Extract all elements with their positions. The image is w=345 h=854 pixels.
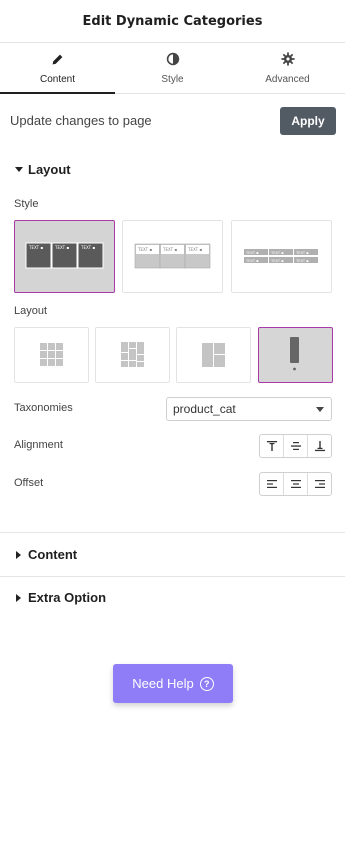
tab-advanced[interactable]: Advanced (230, 43, 345, 93)
style-option-boxed[interactable]: TEXT ▪ TEXT ▪ TEXT ▪ (14, 220, 115, 293)
align-top-icon (266, 441, 277, 451)
style-thumb-icon: TEXT ▪ TEXT ▪ TEXT ▪ TEXT ▪ TEXT ▪ TEXT ▪ (244, 249, 318, 263)
alignment-button-group (259, 434, 332, 458)
metro-layout-icon (202, 343, 225, 367)
svg-text:TEXT ▪: TEXT ▪ (187, 247, 202, 252)
dropdown-arrow-icon (316, 407, 324, 412)
layout-option-grid[interactable] (14, 327, 89, 383)
svg-text:TEXT ▪: TEXT ▪ (245, 251, 259, 255)
align-middle-icon (290, 442, 301, 450)
svg-text:TEXT ▪: TEXT ▪ (28, 245, 43, 250)
style-option-cards[interactable]: TEXT ▪ TEXT ▪ TEXT ▪ (122, 220, 223, 293)
tab-label: Style (161, 74, 184, 85)
offset-button-group (259, 472, 332, 496)
svg-text:TEXT ▪: TEXT ▪ (295, 251, 309, 255)
tab-label: Content (39, 74, 76, 85)
caret-right-icon (14, 593, 24, 602)
caret-right-icon (14, 550, 24, 559)
contrast-icon (166, 51, 180, 67)
apply-button[interactable]: Apply (280, 107, 336, 135)
layout-option-carousel[interactable] (258, 327, 333, 383)
need-help-label: Need Help (132, 676, 194, 691)
section-content-toggle[interactable]: Content (14, 547, 77, 562)
tab-bar: Content Style Advanced (0, 42, 345, 94)
style-thumb-icon: TEXT ▪ TEXT ▪ TEXT ▪ (25, 242, 104, 269)
offset-label: Offset (14, 477, 44, 489)
panel-title: Edit Dynamic Categories (82, 13, 263, 29)
tab-content[interactable]: Content (0, 43, 115, 94)
need-help-button[interactable]: Need Help ? (113, 664, 233, 703)
offset-center-button[interactable] (284, 473, 308, 495)
svg-text:TEXT ▪: TEXT ▪ (162, 247, 177, 252)
align-bottom-button[interactable] (308, 435, 331, 457)
section-title: Content (28, 547, 78, 562)
section-title: Layout (28, 162, 71, 177)
taxonomies-label: Taxonomies (14, 402, 73, 414)
align-left-icon (266, 480, 277, 488)
align-right-icon (314, 480, 325, 488)
svg-text:TEXT ▪: TEXT ▪ (270, 259, 284, 263)
gear-icon (280, 51, 295, 67)
layout-option-metro[interactable] (176, 327, 251, 383)
section-title: Extra Option (28, 590, 107, 605)
divider (0, 576, 345, 577)
section-layout-toggle[interactable]: Layout (14, 162, 71, 177)
align-center-icon (290, 480, 301, 488)
help-circle-icon: ? (199, 676, 214, 691)
update-text: Update changes to page (10, 113, 152, 128)
alignment-label: Alignment (14, 439, 63, 451)
offset-left-button[interactable] (260, 473, 284, 495)
svg-text:TEXT ▪: TEXT ▪ (245, 259, 259, 263)
taxonomies-value: product_cat (173, 402, 236, 416)
style-thumb-icon: TEXT ▪ TEXT ▪ TEXT ▪ (134, 243, 211, 269)
section-extra-option-toggle[interactable]: Extra Option (14, 590, 106, 605)
taxonomies-select[interactable]: product_cat (166, 397, 332, 421)
pencil-icon (51, 51, 64, 67)
masonry-layout-icon (121, 342, 144, 367)
grid-layout-icon (40, 343, 63, 366)
offset-right-button[interactable] (308, 473, 331, 495)
svg-text:TEXT ▪: TEXT ▪ (295, 259, 309, 263)
caret-down-icon (14, 166, 24, 173)
tab-style[interactable]: Style (115, 43, 230, 93)
update-row: Update changes to page Apply (0, 107, 345, 135)
tab-label: Advanced (265, 74, 310, 85)
svg-text:TEXT ▪: TEXT ▪ (54, 245, 69, 250)
align-top-button[interactable] (260, 435, 284, 457)
svg-text:TEXT ▪: TEXT ▪ (80, 245, 95, 250)
style-label: Style (14, 198, 39, 210)
layout-option-masonry[interactable] (95, 327, 170, 383)
layout-label: Layout (14, 305, 48, 317)
svg-text:TEXT ▪: TEXT ▪ (137, 247, 152, 252)
align-middle-button[interactable] (284, 435, 308, 457)
style-option-tags[interactable]: TEXT ▪ TEXT ▪ TEXT ▪ TEXT ▪ TEXT ▪ TEXT ▪ (231, 220, 332, 293)
svg-text:TEXT ▪: TEXT ▪ (270, 251, 284, 255)
align-bottom-icon (314, 441, 325, 452)
carousel-layout-icon (290, 337, 299, 371)
divider (0, 532, 345, 533)
